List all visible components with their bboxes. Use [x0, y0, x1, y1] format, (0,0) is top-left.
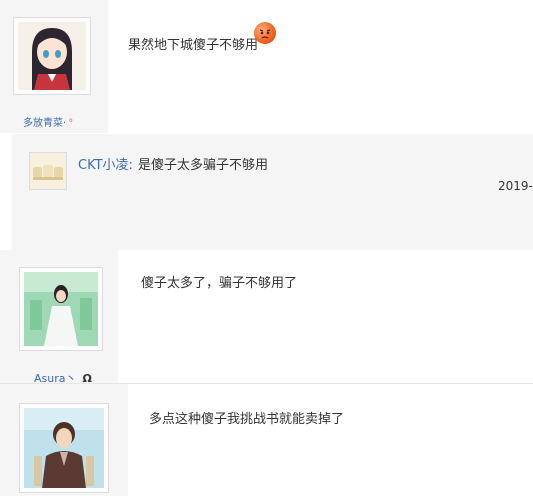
post2-content: 傻子太多了，骗子不够用了 — [141, 276, 298, 291]
post1-username[interactable]: 多放青菜· ° — [23, 114, 73, 129]
angry-face-emoji-icon — [254, 22, 276, 44]
cake-avatar-image — [30, 153, 66, 189]
post3-content: 多点这种傻子我挑战书就能卖掉了 — [149, 412, 345, 427]
post3-avatar[interactable] — [19, 403, 109, 493]
bride-photo-avatar-image — [24, 272, 98, 346]
post1-username-text[interactable]: 多放青菜· — [23, 118, 66, 129]
reply-line: CKT小凌: 是傻子太多骗子不够用 — [78, 154, 268, 173]
reply-avatar[interactable] — [29, 152, 67, 190]
post1-avatar[interactable] — [13, 17, 91, 95]
man-portrait-avatar-image — [24, 408, 104, 488]
reply-timestamp: 2019- — [498, 179, 533, 193]
post1-content: 果然地下城傻子不够用 — [128, 38, 259, 53]
reply-username[interactable]: CKT小凌: — [78, 158, 133, 173]
anime-girl-avatar-image — [18, 22, 86, 90]
post1-badge: ° — [68, 118, 74, 129]
post2-avatar[interactable] — [19, 267, 103, 351]
reply-content: 是傻子太多骗子不够用 — [138, 158, 269, 173]
reply-panel — [12, 134, 533, 250]
